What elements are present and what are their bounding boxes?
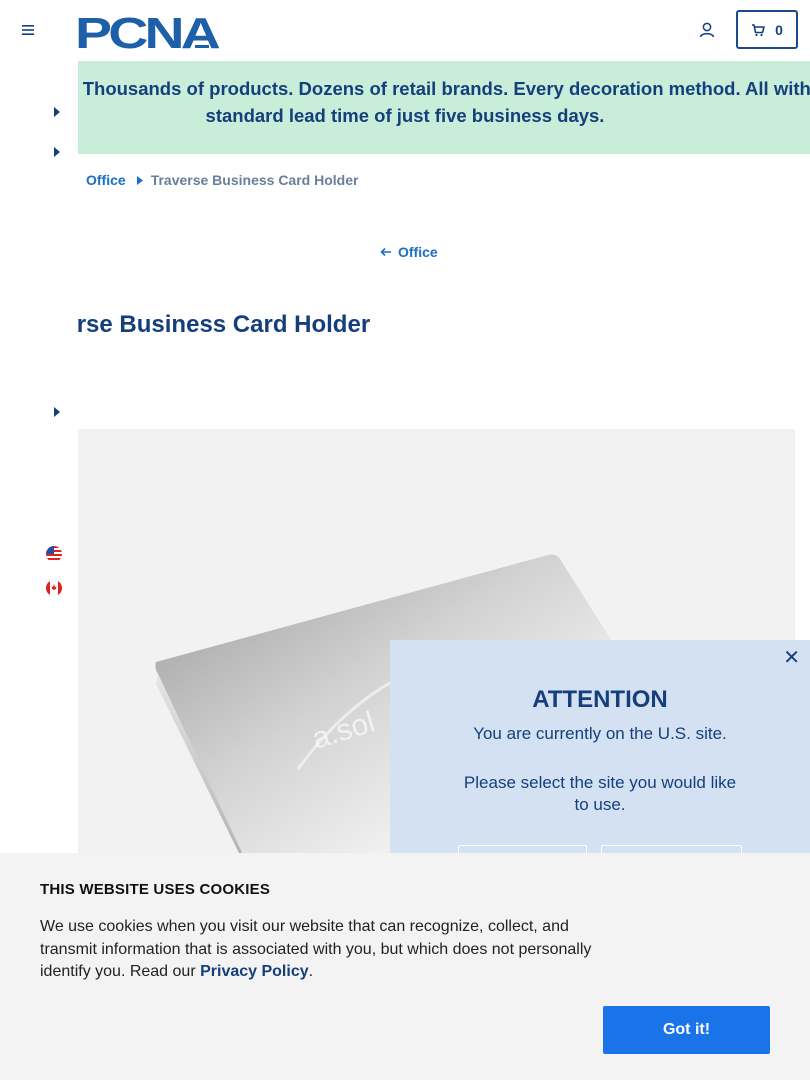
site-selector-modal: ✕ ATTENTION You are currently on the U.S…: [390, 640, 810, 885]
menu-icon[interactable]: [20, 22, 36, 38]
promo-text: Why Wait? Thousands of products. Dozens …: [0, 78, 810, 126]
caret-right-icon[interactable]: [54, 107, 60, 117]
site-header: PCNA 0: [0, 0, 810, 60]
canada-flag-icon[interactable]: [46, 580, 62, 596]
cart-icon: [752, 23, 765, 36]
breadcrumb-link-office[interactable]: Office: [86, 172, 126, 188]
us-flag-icon[interactable]: [46, 546, 62, 562]
cookie-body: We use cookies when you visit our websit…: [40, 918, 592, 980]
caret-right-icon[interactable]: [54, 147, 60, 157]
cart-button[interactable]: 0: [736, 10, 798, 49]
breadcrumb: Office Traverse Business Card Holder: [86, 172, 358, 188]
pcna-logo-mark: PCNA: [75, 9, 223, 58]
breadcrumb-current: Traverse Business Card Holder: [150, 172, 359, 188]
close-icon[interactable]: ✕: [783, 648, 800, 668]
cookie-text: We use cookies when you visit our websit…: [40, 916, 600, 984]
privacy-policy-link[interactable]: Privacy Policy: [200, 963, 309, 980]
page: Why Wait? Thousands of products. Dozens …: [0, 0, 810, 1080]
cookie-banner: THIS WEBSITE USES COOKIES We use cookies…: [0, 853, 810, 1080]
back-link-label: Office: [398, 244, 438, 260]
account-icon[interactable]: [698, 21, 716, 39]
arrow-left-icon: [380, 247, 391, 257]
cookie-title: THIS WEBSITE USES COOKIES: [40, 881, 271, 898]
attention-select-site-text: Please select the site you would like to…: [463, 773, 737, 814]
cart-count: 0: [775, 21, 783, 38]
cookie-end: .: [308, 963, 314, 980]
attention-title: ATTENTION: [532, 686, 668, 713]
pcna-logo[interactable]: PCNA: [75, 9, 224, 58]
promo-banner: Why Wait? Thousands of products. Dozens …: [0, 61, 810, 154]
cookie-accept-button[interactable]: Got it!: [603, 1006, 770, 1054]
caret-right-icon[interactable]: [54, 407, 60, 417]
attention-current-site-text: You are currently on the U.S. site.: [473, 724, 727, 743]
back-to-office-link[interactable]: Office: [380, 244, 438, 260]
breadcrumb-separator-icon: [136, 175, 143, 185]
